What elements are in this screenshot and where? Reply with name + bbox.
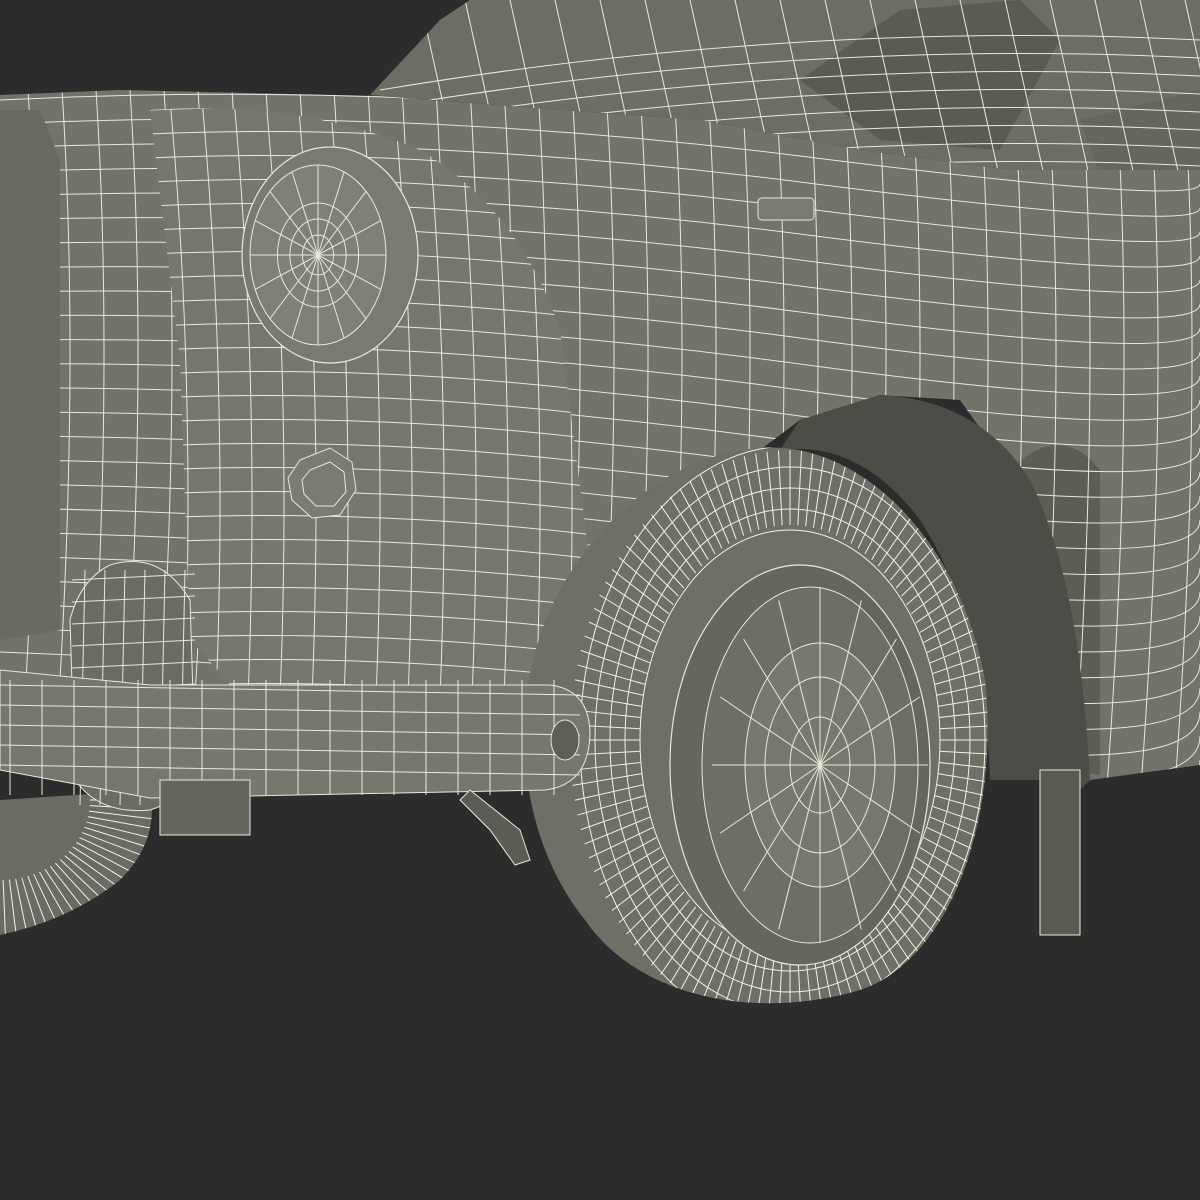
side-badge: [757, 197, 815, 221]
render-viewport: [0, 0, 1200, 1200]
wireframe-car-render: [0, 0, 1200, 1200]
wheel-hubcap: [669, 564, 931, 966]
headlamp: [241, 146, 419, 364]
